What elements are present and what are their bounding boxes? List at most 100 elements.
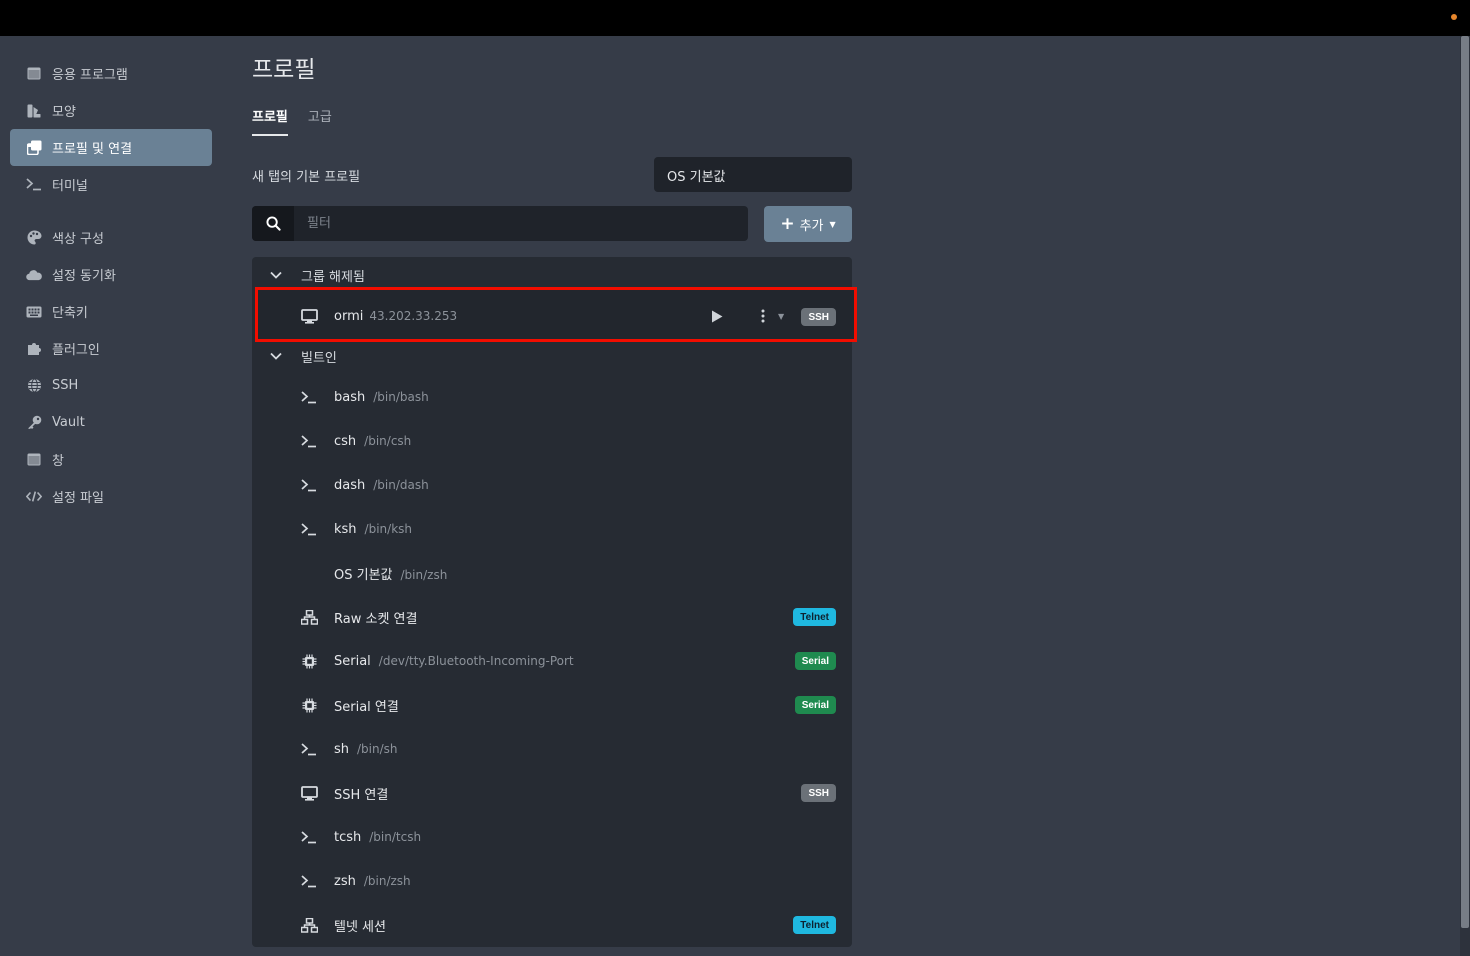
profile-row[interactable]: 텔넷 세션 Telnet	[252, 903, 852, 947]
profile-name-text: Raw 소켓 연결	[334, 611, 418, 627]
scrollbar-thumb[interactable]	[1461, 36, 1469, 928]
profile-row-ormi[interactable]: ormi 43.202.33.253 ▼ SSH	[255, 287, 857, 342]
sidebar-item-3[interactable]: 터미널	[10, 166, 212, 203]
profile-name: ksh/bin/ksh	[334, 522, 412, 537]
profile-row[interactable]: ksh/bin/ksh	[252, 507, 852, 551]
profile-name: ormi 43.202.33.253	[334, 309, 457, 324]
sidebar-item-10[interactable]: 창	[10, 441, 212, 478]
profile-row[interactable]: dash/bin/dash	[252, 463, 852, 507]
main-content: 프로필 프로필 고급 새 탭의 기본 프로필 OS 기본값 + 추가 ▼	[252, 50, 852, 242]
sidebar-item-4[interactable]: 색상 구성	[10, 219, 212, 256]
search-icon	[252, 206, 294, 241]
plus-icon: +	[780, 214, 795, 234]
tab-advanced[interactable]: 고급	[308, 106, 332, 136]
page-title: 프로필	[252, 57, 316, 83]
filter-row: + 추가 ▼	[252, 206, 852, 242]
profile-name: zsh/bin/zsh	[334, 874, 411, 889]
sidebar-item-2[interactable]: 프로필 및 연결	[10, 129, 212, 166]
profile-row[interactable]: csh/bin/csh	[252, 419, 852, 463]
default-profile-select[interactable]: OS 기본값	[654, 157, 852, 192]
profile-row[interactable]: Serial 연결 Serial	[252, 683, 852, 727]
profile-name-text: dash	[334, 477, 366, 493]
profile-row[interactable]: Serial/dev/tty.Bluetooth-Incoming-Port Se…	[252, 639, 852, 683]
profile-path: /dev/tty.Bluetooth-Incoming-Port	[378, 653, 574, 668]
group-header-builtin[interactable]: 빌트인	[252, 339, 852, 373]
notification-dot	[1451, 14, 1457, 20]
add-button-label: 추가	[799, 218, 824, 234]
profile-row[interactable]: Raw 소켓 연결 Telnet	[252, 595, 852, 639]
sidebar-item-5[interactable]: 설정 동기화	[10, 256, 212, 293]
profile-name-text: bash	[334, 389, 366, 405]
terminal-icon	[300, 520, 318, 538]
profile-name-text: zsh	[334, 873, 356, 889]
paint-icon	[26, 103, 42, 119]
more-options-icon[interactable]	[758, 308, 768, 324]
sidebar-item-label: 단축키	[52, 306, 88, 321]
profile-name-text: ormi	[334, 309, 364, 324]
add-profile-button[interactable]: + 추가 ▼	[764, 206, 852, 242]
profile-name: Raw 소켓 연결	[334, 608, 417, 627]
terminal-icon	[300, 872, 318, 890]
profile-path: /bin/dash	[373, 477, 429, 492]
sidebar-item-label: 모양	[52, 105, 76, 120]
profile-path: /bin/csh	[364, 433, 412, 448]
telnet-badge: Telnet	[793, 608, 836, 626]
sidebar-item-11[interactable]: 설정 파일	[10, 478, 212, 515]
profile-name-text: Serial	[334, 653, 371, 669]
default-profile-row: 새 탭의 기본 프로필 OS 기본값	[252, 157, 852, 192]
profile-name-text: sh	[334, 741, 350, 757]
filter-box	[252, 206, 748, 241]
network-icon	[300, 608, 318, 626]
sidebar-item-label: 색상 구성	[52, 232, 104, 247]
terminal-icon	[300, 388, 318, 406]
profile-path: /bin/sh	[357, 741, 398, 756]
sidebar-item-1[interactable]: 모양	[10, 92, 212, 129]
code-icon	[26, 489, 42, 505]
profile-row[interactable]: tcsh/bin/tcsh	[252, 815, 852, 859]
window-icon	[26, 66, 42, 82]
sidebar-item-0[interactable]: 응용 프로그램	[10, 55, 212, 92]
chevron-down-icon: ▼	[829, 219, 836, 229]
network-icon	[300, 916, 318, 934]
sidebar-item-8[interactable]: SSH	[10, 367, 212, 404]
profile-name: SSH 연결	[334, 784, 388, 803]
profile-row[interactable]: SSH 연결 SSH	[252, 771, 852, 815]
profile-path: /bin/tcsh	[369, 829, 422, 844]
title-bar	[0, 0, 1470, 36]
profile-path: /bin/zsh	[363, 873, 411, 888]
profile-name: OS 기본값/bin/zsh	[334, 564, 447, 583]
sidebar-item-label: 응용 프로그램	[52, 68, 128, 83]
scrollbar[interactable]	[1460, 36, 1470, 956]
profile-row[interactable]: OS 기본값/bin/zsh	[252, 551, 852, 595]
chevron-down-icon	[269, 268, 285, 282]
tab-profiles[interactable]: 프로필	[252, 106, 288, 136]
ssh-badge: SSH	[801, 784, 836, 802]
profile-name: Serial/dev/tty.Bluetooth-Incoming-Port	[334, 654, 574, 669]
group-label: 그룹 해제됨	[301, 269, 365, 285]
filter-input[interactable]	[294, 206, 748, 241]
terminal-icon	[300, 476, 318, 494]
profiles-icon	[26, 140, 42, 156]
chip-icon	[300, 696, 318, 714]
sidebar-item-9[interactable]: Vault	[10, 404, 212, 441]
sidebar-item-label: 플러그인	[52, 343, 100, 358]
profile-name-text: csh	[334, 433, 357, 449]
sidebar-item-7[interactable]: 플러그인	[10, 330, 212, 367]
telnet-badge: Telnet	[793, 916, 836, 934]
terminal-icon	[26, 177, 42, 193]
play-icon[interactable]	[709, 308, 725, 324]
settings-sidebar: 응용 프로그램모양프로필 및 연결 터미널색상 구성설정 동기화단축키플러그인 SS…	[10, 55, 212, 515]
profile-row[interactable]: zsh/bin/zsh	[252, 859, 852, 903]
sidebar-item-6[interactable]: 단축키	[10, 293, 212, 330]
profile-name-text: SSH 연결	[334, 787, 389, 803]
profile-path: /bin/bash	[373, 389, 429, 404]
profile-path: /bin/zsh	[400, 567, 448, 582]
sidebar-item-label: SSH	[52, 378, 79, 393]
profile-row[interactable]: sh/bin/sh	[252, 727, 852, 771]
sidebar-item-label: 설정 동기화	[52, 269, 116, 284]
profile-row[interactable]: bash/bin/bash	[252, 375, 852, 419]
keyboard-icon	[26, 304, 42, 320]
chevron-down-icon[interactable]: ▼	[778, 312, 784, 321]
puzzle-icon	[26, 341, 42, 357]
